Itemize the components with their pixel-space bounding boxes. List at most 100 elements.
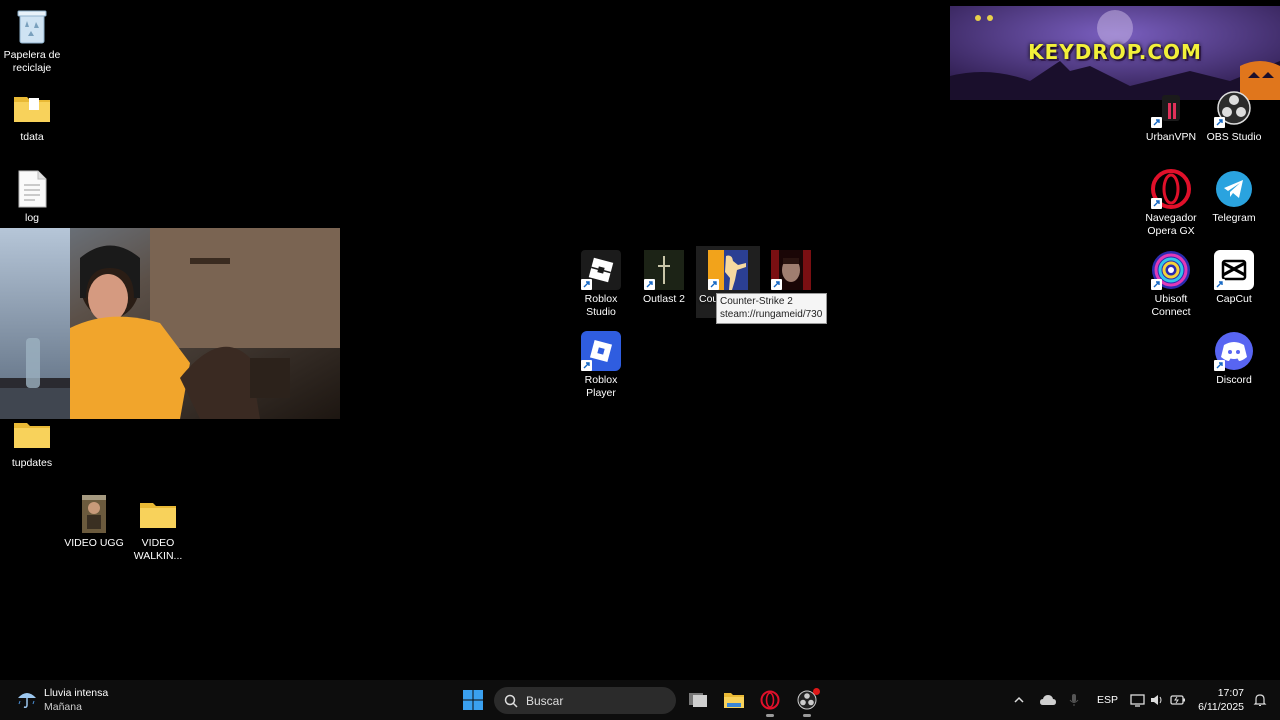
- discord-label: Discord: [1216, 374, 1252, 386]
- urbanvpn-icon: [1151, 88, 1191, 128]
- shortcut-arrow-icon: [1151, 279, 1162, 290]
- opera-gx-shortcut[interactable]: Navegador Opera GX: [1139, 169, 1203, 238]
- opera-gx-label: Navegador Opera GX: [1145, 212, 1197, 237]
- roblox-studio-label: Roblox Studio: [584, 293, 618, 318]
- shortcut-arrow-icon: [644, 279, 655, 290]
- task-view-icon: [689, 693, 707, 707]
- telegram-icon: [1214, 169, 1254, 209]
- shortcut-arrow-icon: [1214, 279, 1225, 290]
- video-walkin-folder[interactable]: VIDEO WALKIN...: [126, 494, 190, 563]
- task-view-button[interactable]: [686, 684, 710, 716]
- tupdates-label: tupdates: [11, 457, 53, 469]
- weather-widget[interactable]: Lluvia intensa Mañana: [16, 686, 108, 714]
- trash-icon: [12, 6, 52, 46]
- tupdates-folder[interactable]: tupdates: [0, 414, 64, 470]
- weather-condition: Lluvia intensa: [44, 687, 109, 699]
- telegram-shortcut[interactable]: Telegram: [1202, 169, 1266, 225]
- roblox-studio-shortcut[interactable]: Roblox Studio: [569, 250, 633, 319]
- clock[interactable]: 17:07 6/11/2025: [1192, 686, 1244, 714]
- obs-taskbar-button[interactable]: [794, 684, 820, 716]
- telegram-label: Telegram: [1212, 212, 1256, 224]
- search-placeholder: Buscar: [526, 693, 564, 708]
- folder-icon: [12, 414, 52, 454]
- cloud-icon: [1040, 695, 1056, 705]
- file-explorer-button[interactable]: [722, 684, 746, 716]
- network-button[interactable]: [1130, 680, 1145, 720]
- battery-charging-icon: [1170, 695, 1185, 705]
- taskbar-search[interactable]: Buscar: [494, 687, 676, 714]
- bell-icon: [1253, 694, 1267, 706]
- tooltip-title: Counter-Strike 2: [720, 296, 793, 307]
- running-indicator: [803, 714, 811, 717]
- notifications-button[interactable]: [1253, 680, 1267, 720]
- opera-gx-taskbar-button[interactable]: [758, 684, 782, 716]
- capcut-shortcut[interactable]: CapCut: [1202, 250, 1266, 306]
- folder-icon: [138, 494, 178, 534]
- language-label: ESP: [1097, 694, 1119, 706]
- urbanvpn-shortcut[interactable]: UrbanVPN: [1139, 88, 1203, 144]
- folder-icon: [724, 693, 744, 708]
- start-button[interactable]: [460, 684, 486, 716]
- urbanvpn-label: UrbanVPN: [1145, 131, 1197, 143]
- icon-tooltip: Counter-Strike 2 steam://rungameid/730: [716, 293, 828, 324]
- obs-icon: [1214, 88, 1254, 128]
- windows-icon: [463, 690, 483, 710]
- recycle-bin-icon[interactable]: Papelera de reciclaje: [0, 6, 64, 75]
- shortcut-arrow-icon: [708, 279, 719, 290]
- video-thumbnail-icon: [74, 494, 114, 534]
- shortcut-arrow-icon: [1151, 198, 1162, 209]
- capcut-label: CapCut: [1216, 293, 1252, 305]
- outlast-icon: [644, 250, 684, 290]
- tdata-label: tdata: [20, 131, 44, 143]
- show-hidden-icons-button[interactable]: [1013, 680, 1025, 720]
- clock-date: 6/11/2025: [1198, 701, 1244, 713]
- banner-text: KEYDROP.COM: [1028, 40, 1202, 64]
- counter-strike-icon: [708, 250, 748, 290]
- shortcut-arrow-icon: [1214, 360, 1225, 371]
- capcut-icon: [1214, 250, 1254, 290]
- microphone-icon: [1069, 694, 1079, 706]
- recycle-bin-label: Papelera de reciclaje: [3, 49, 61, 74]
- weather-day: Mañana: [44, 701, 82, 713]
- outlast2-shortcut[interactable]: Outlast 2: [632, 250, 696, 306]
- webcam-overlay: [0, 228, 340, 419]
- log-file[interactable]: log: [0, 169, 64, 225]
- rain-umbrella-icon: [16, 687, 38, 714]
- language-indicator[interactable]: ESP: [1097, 680, 1118, 720]
- roblox-studio-icon: [581, 250, 621, 290]
- shortcut-arrow-icon: [1151, 117, 1162, 128]
- outlast2-label: Outlast 2: [642, 293, 686, 305]
- volume-button[interactable]: [1150, 680, 1164, 720]
- ubisoft-icon: [1151, 250, 1191, 290]
- shortcut-arrow-icon: [1214, 117, 1225, 128]
- horror-game-shortcut[interactable]: [759, 250, 823, 290]
- keydrop-banner: KEYDROP.COM: [950, 6, 1280, 100]
- roblox-player-label: Roblox Player: [584, 374, 618, 399]
- discord-shortcut[interactable]: Discord: [1202, 331, 1266, 387]
- roblox-player-shortcut[interactable]: Roblox Player: [569, 331, 633, 400]
- video-walkin-label: VIDEO WALKIN...: [133, 537, 183, 562]
- obs-shortcut[interactable]: OBS Studio: [1202, 88, 1266, 144]
- video-ugg-file[interactable]: VIDEO UGG: [62, 494, 126, 550]
- chevron-up-icon: [1014, 696, 1024, 703]
- network-icon: [1130, 694, 1145, 707]
- shortcut-arrow-icon: [581, 360, 592, 371]
- clock-time: 17:07: [1217, 687, 1244, 699]
- shortcut-arrow-icon: [581, 279, 592, 290]
- battery-button[interactable]: [1170, 680, 1186, 720]
- tdata-folder[interactable]: tdata: [0, 88, 64, 144]
- ubisoft-shortcut[interactable]: Ubisoft Connect: [1139, 250, 1203, 319]
- text-file-icon: [12, 169, 52, 209]
- discord-icon: [1214, 331, 1254, 371]
- speaker-icon: [1151, 695, 1162, 705]
- video-ugg-label: VIDEO UGG: [64, 537, 124, 549]
- search-icon: [504, 694, 518, 708]
- recording-dot-icon: [813, 688, 820, 695]
- running-indicator: [766, 714, 774, 717]
- roblox-player-icon: [581, 331, 621, 371]
- onedrive-button[interactable]: [1040, 680, 1056, 720]
- microphone-button[interactable]: [1069, 680, 1079, 720]
- opera-gx-icon: [760, 690, 780, 710]
- horror-game-icon: [771, 250, 811, 290]
- obs-label: OBS Studio: [1206, 131, 1262, 143]
